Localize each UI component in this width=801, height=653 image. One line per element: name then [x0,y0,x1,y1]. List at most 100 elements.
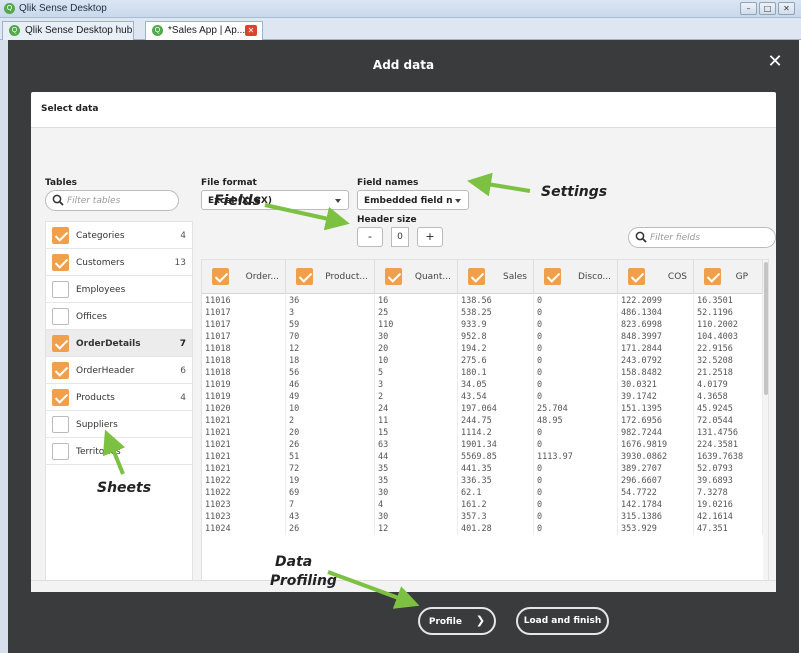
table-cell: 1639.7638 [694,451,763,463]
table-cell: 43.54 [458,391,534,403]
table-cell: 171.2844 [618,343,694,355]
table-cell: 104.4003 [694,331,763,343]
table-item-suppliers[interactable]: Suppliers [46,411,192,438]
table-cell: 0 [534,463,618,475]
checkbox[interactable] [52,443,69,460]
tab-bar: Q Qlik Sense Desktop hub Q *Sales App | … [0,18,801,40]
table-cell: 11018 [202,343,286,355]
checkbox[interactable] [52,254,69,271]
table-cell: 180.1 [458,367,534,379]
header-size-input[interactable]: 0 [391,227,409,247]
checkbox[interactable] [52,362,69,379]
column-header-gp[interactable]: GP [694,260,763,294]
column-name: Sales [503,272,527,282]
increment-button[interactable]: + [417,227,443,247]
tab-desktop-hub[interactable]: Q Qlik Sense Desktop hub [2,21,134,40]
table-cell: 32.5208 [694,355,763,367]
checkbox[interactable] [212,268,229,285]
checkbox[interactable] [52,281,69,298]
table-cell: 353.929 [618,523,694,535]
checkbox[interactable] [385,268,402,285]
table-cell: 43 [286,511,375,523]
checkbox[interactable] [52,227,69,244]
checkbox[interactable] [628,268,645,285]
table-item-offices[interactable]: Offices [46,303,192,330]
table-cell: 20 [375,343,458,355]
column-header-order[interactable]: Order... [202,260,286,294]
field-count: 7 [179,339,186,349]
table-item-orderheader[interactable]: OrderHeader 6 [46,357,192,384]
table-cell: 21.2518 [694,367,763,379]
grid-scrollbar[interactable] [763,260,768,587]
minimize-button[interactable]: – [740,2,757,15]
chevron-down-icon [455,199,461,203]
checkbox[interactable] [544,268,561,285]
column-header-cos[interactable]: COS [618,260,694,294]
table-cell: 11017 [202,319,286,331]
table-cell: 72.0544 [694,415,763,427]
table-cell: 59 [286,319,375,331]
table-cell: 30 [375,511,458,523]
table-cell: 35 [375,475,458,487]
grid-body: 11016 36 16 138.56 0 122.2099 16.3501 11017 3 25 5… [202,295,768,587]
checkbox[interactable] [52,389,69,406]
table-cell: 0 [534,295,618,307]
table-cell: 11019 [202,391,286,403]
checkbox[interactable] [52,308,69,325]
checkbox[interactable] [468,268,485,285]
table-cell: 48.95 [534,415,618,427]
annotation-sheets: Sheets [97,480,152,496]
table-cell: 25 [375,307,458,319]
profile-button[interactable]: Profile ❯ [418,607,496,635]
table-cell: 11021 [202,427,286,439]
table-item-categories[interactable]: Categories 4 [46,222,192,249]
table-cell: 25.704 [534,403,618,415]
table-cell: 982.7244 [618,427,694,439]
annotation-fields: Fields [214,193,262,209]
checkbox[interactable] [704,268,721,285]
table-cell: 46 [286,379,375,391]
tab-label: *Sales App | Ap... [168,25,246,36]
table-item-orderdetails[interactable]: OrderDetails 7 [46,330,192,357]
checkbox[interactable] [52,335,69,352]
table-cell: 0 [534,499,618,511]
table-cell: 0 [534,475,618,487]
table-cell: 158.8482 [618,367,694,379]
filter-tables-input[interactable]: Filter tables [45,190,179,211]
load-and-finish-button[interactable]: Load and finish [516,607,609,635]
table-cell: 2 [375,391,458,403]
maximize-button[interactable]: □ [759,2,776,15]
table-cell: 26 [286,439,375,451]
table-cell: 56 [286,367,375,379]
table-cell: 11018 [202,367,286,379]
filter-fields-input[interactable]: Filter fields [628,227,776,248]
table-cell: 4.0179 [694,379,763,391]
field-names-select[interactable]: Embedded field na [357,190,469,210]
table-cell: 441.35 [458,463,534,475]
table-cell: 11021 [202,415,286,427]
column-header-sales[interactable]: Sales [458,260,534,294]
tab-sales-app[interactable]: Q *Sales App | Ap... ✕ [145,21,263,40]
table-cell: 933.9 [458,319,534,331]
close-tab-icon[interactable]: ✕ [245,25,257,36]
column-header-quantity[interactable]: Quant... [375,260,458,294]
file-format-label: File format [201,178,257,188]
table-cell: 244.75 [458,415,534,427]
table-item-customers[interactable]: Customers 13 [46,249,192,276]
table-cell: 11022 [202,475,286,487]
checkbox[interactable] [296,268,313,285]
close-icon[interactable]: ✕ [765,52,785,72]
column-header-product[interactable]: Product... [286,260,375,294]
scrollbar-thumb[interactable] [764,262,768,395]
table-item-products[interactable]: Products 4 [46,384,192,411]
table-cell: 296.6607 [618,475,694,487]
checkbox[interactable] [52,416,69,433]
decrement-button[interactable]: - [357,227,383,247]
column-header-discount[interactable]: Disco... [534,260,618,294]
table-cell: 3 [286,307,375,319]
table-item-territories[interactable]: Territories [46,438,192,465]
table-item-employees[interactable]: Employees [46,276,192,303]
filter-fields-placeholder: Filter fields [650,233,701,243]
close-window-button[interactable]: ✕ [778,2,795,15]
table-cell: 34.05 [458,379,534,391]
